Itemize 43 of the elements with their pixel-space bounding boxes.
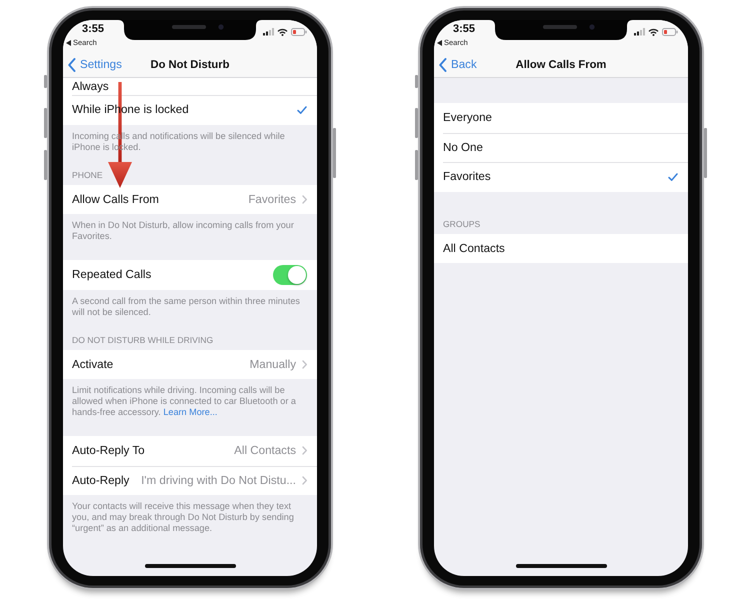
back-triangle-icon	[66, 40, 71, 46]
home-indicator[interactable]	[144, 564, 236, 568]
back-button[interactable]: Settings	[63, 58, 122, 72]
status-time: 3:55	[82, 23, 104, 36]
wifi-icon	[277, 28, 288, 36]
section-header: DO NOT DISTURB WHILE DRIVING	[71, 334, 214, 346]
side-button[interactable]	[415, 75, 418, 88]
side-button[interactable]	[44, 75, 47, 88]
row-value: All Contacts	[233, 444, 296, 458]
side-button[interactable]	[333, 128, 336, 178]
row-value: Manually	[248, 358, 296, 371]
side-button[interactable]	[415, 108, 418, 138]
section-footer: Limit notifications while driving. Incoming calls will be allowed when iPhone is connected to car Bluetooth or a hands-free accessory. Learn More...	[63, 379, 317, 422]
nav-title: Do Not Disturb	[150, 58, 230, 70]
back-triangle-icon	[437, 40, 442, 46]
toggle-switch[interactable]	[273, 264, 307, 285]
chevron-icon	[302, 360, 307, 369]
battery-icon	[291, 28, 307, 36]
row-value: Favorites	[247, 192, 296, 206]
section-footer: Your contacts will receive this message when they text you, and may break through Do Not Disturb by sending “urgent” as an additional message.	[63, 495, 317, 538]
home-indicator[interactable]	[516, 564, 606, 568]
section-footer: When in Do Not Disturb, allow incoming calls from your Favorites.	[63, 214, 317, 246]
section-footer: A second call from the same person within three minutes will not be silenced.	[63, 290, 317, 322]
battery-icon	[662, 28, 678, 36]
back-chevron-icon	[439, 58, 447, 72]
row-value: I'm driving with Do Not Distu...	[140, 474, 296, 487]
signal-icon	[263, 28, 274, 36]
chevron-icon	[302, 194, 307, 204]
chevron-icon	[302, 446, 307, 456]
chevron-icon	[302, 476, 307, 485]
section-header: PHONE	[71, 168, 104, 182]
wifi-icon	[648, 28, 659, 36]
status-time: 3:55	[453, 23, 476, 36]
row-label: Repeated Calls	[72, 268, 152, 282]
side-button[interactable]	[44, 150, 47, 180]
section-header: GROUPS	[442, 218, 482, 230]
back-chevron-icon	[68, 58, 76, 72]
side-button[interactable]	[704, 128, 707, 178]
signal-icon	[634, 28, 645, 36]
side-button[interactable]	[44, 108, 47, 138]
nav-title: Allow Calls From	[516, 58, 606, 70]
side-button[interactable]	[415, 150, 418, 180]
back-button[interactable]: Back	[434, 58, 477, 72]
